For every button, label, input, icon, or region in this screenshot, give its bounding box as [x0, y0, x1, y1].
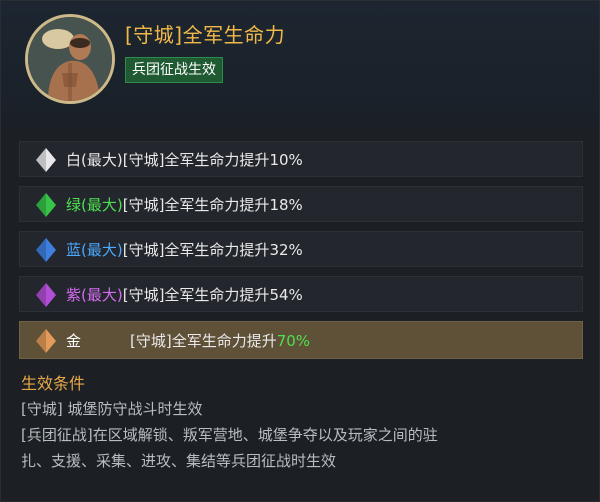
grade-row-text: 白(最大)[守城]全军生命力提升10%	[66, 142, 303, 178]
grade-list: 白(最大)[守城]全军生命力提升10% 绿(最大)[守城]全军生命力提升18% …	[19, 141, 583, 368]
grade-percent: 32%	[269, 241, 303, 259]
grade-row-text: 绿(最大)[守城]全军生命力提升18%	[66, 187, 303, 223]
grade-row-text: 金 [守城]全军生命力提升70%	[66, 322, 310, 360]
skill-title: [守城]全军生命力	[125, 23, 286, 47]
conditions-title: 生效条件	[21, 374, 86, 393]
condition-line: 扎、支援、采集、进攻、集结等兵团征战时生效	[21, 452, 337, 470]
grade-row-green: 绿(最大)[守城]全军生命力提升18%	[19, 186, 583, 222]
grade-percent: 54%	[269, 286, 303, 304]
grade-row-text: 紫(最大)[守城]全军生命力提升54%	[66, 277, 303, 313]
grade-percent: 10%	[269, 151, 303, 169]
grade-label: 蓝(最大)	[66, 241, 123, 259]
condition-line: [兵团征战]在区域解锁、叛军营地、城堡争夺以及玩家之间的驻	[21, 426, 438, 444]
grade-label: 绿(最大)	[66, 196, 123, 214]
skill-detail-panel: [守城]全军生命力 兵团征战生效 白(最大)[守城]全军生命力提升10% 绿(最…	[0, 0, 600, 502]
green-gem-icon	[36, 193, 56, 217]
grade-row-blue: 蓝(最大)[守城]全军生命力提升32%	[19, 231, 583, 267]
effect-scope-tag: 兵团征战生效	[125, 57, 223, 83]
condition-line: [守城] 城堡防守战斗时生效	[21, 400, 203, 418]
purple-gem-icon	[36, 283, 56, 307]
grade-row-text: 蓝(最大)[守城]全军生命力提升32%	[66, 232, 303, 268]
grade-percent: 18%	[269, 196, 303, 214]
skill-header: [守城]全军生命力 兵团征战生效	[1, 1, 599, 129]
grade-description: [守城]全军生命力提升	[122, 151, 270, 169]
commander-portrait-icon	[28, 17, 112, 101]
grade-label: 紫(最大)	[66, 286, 123, 304]
white-gem-icon	[36, 148, 56, 172]
grade-description: [守城]全军生命力提升	[130, 332, 277, 350]
grade-row-gold: 金 [守城]全军生命力提升70%	[19, 321, 583, 359]
grade-description: [守城]全军生命力提升	[122, 286, 270, 304]
gold-gem-icon	[36, 329, 56, 353]
grade-description: [守城]全军生命力提升	[122, 196, 270, 214]
grade-row-white: 白(最大)[守城]全军生命力提升10%	[19, 141, 583, 177]
grade-row-purple: 紫(最大)[守城]全军生命力提升54%	[19, 276, 583, 312]
commander-avatar	[25, 14, 115, 104]
grade-label: 白(最大)	[66, 151, 123, 169]
blue-gem-icon	[36, 238, 56, 262]
grade-percent: 70%	[276, 332, 311, 350]
grade-label: 金	[66, 332, 82, 350]
grade-description: [守城]全军生命力提升	[122, 241, 270, 259]
